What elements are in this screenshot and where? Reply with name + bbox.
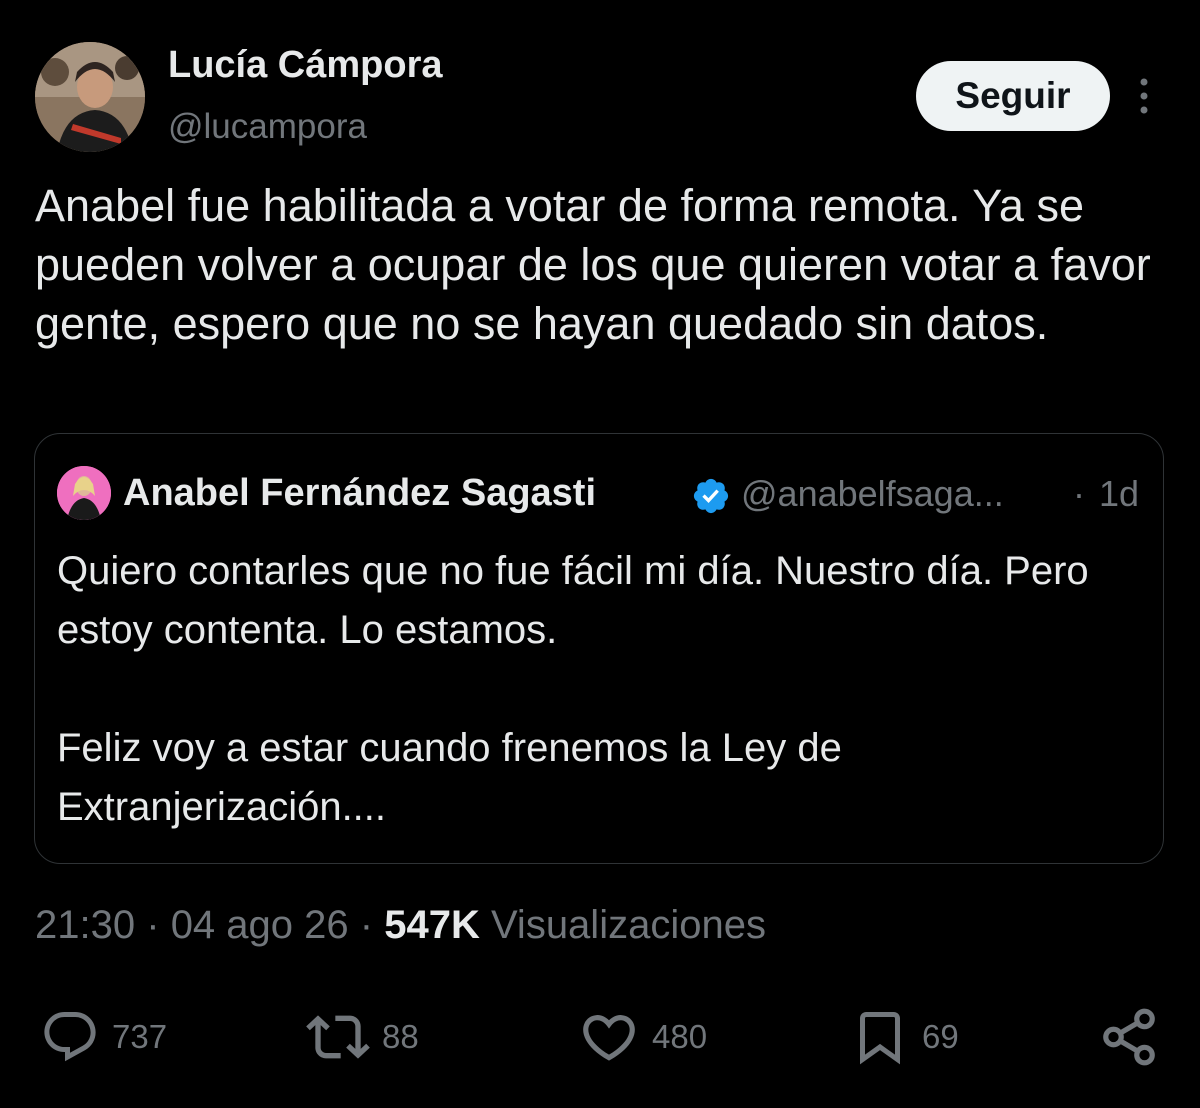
quoted-timestamp: 1d <box>1099 473 1140 514</box>
follow-button[interactable]: Seguir <box>916 61 1110 131</box>
bookmark-button[interactable]: 69 <box>850 1005 959 1069</box>
author-display-name[interactable]: Lucía Cámpora <box>168 44 443 87</box>
avatar-photo <box>35 42 145 152</box>
author-handle[interactable]: @lucampora <box>168 107 367 147</box>
quoted-author-handle: @anabelfsaga... <box>741 473 1004 514</box>
share-icon <box>1103 1008 1155 1066</box>
tweet-time[interactable]: 21:30 <box>35 903 135 947</box>
more-options-button[interactable] <box>1128 74 1160 118</box>
retweet-icon <box>306 1015 370 1059</box>
quoted-author-name: Anabel Fernández Sagasti <box>123 472 597 514</box>
bookmark-count: 69 <box>922 1018 959 1055</box>
quoted-avatar-photo <box>57 466 111 520</box>
tweet-meta: 21:30 · 04 ago 26 · 547K Visualizaciones <box>35 903 766 948</box>
tweet-text: Anabel fue habilitada a votar de forma r… <box>35 180 1164 349</box>
like-button[interactable]: 480 <box>578 1005 707 1069</box>
reply-icon <box>44 1012 96 1062</box>
quoted-author-avatar <box>57 466 111 520</box>
quoted-tweet-card[interactable]: Anabel Fernández Sagasti @anabelfsaga...… <box>34 433 1164 864</box>
quoted-tweet-text: Quiero contarles que no fue fácil mi día… <box>57 549 1089 829</box>
share-button[interactable] <box>1098 1005 1160 1069</box>
reply-count: 737 <box>112 1018 168 1055</box>
meta-dot: · <box>359 903 374 947</box>
reply-button[interactable]: 737 <box>40 1005 167 1069</box>
bookmark-icon <box>860 1012 900 1065</box>
tweet-date[interactable]: 04 ago 26 <box>171 903 349 947</box>
meta-dot: · <box>146 903 160 947</box>
views-label: Visualizaciones <box>490 903 766 947</box>
tweet-detail: Lucía Cámpora @lucampora Seguir Anabel f… <box>0 0 1200 1108</box>
author-avatar[interactable] <box>35 42 145 152</box>
like-count: 480 <box>652 1018 708 1055</box>
retweet-count: 88 <box>382 1018 419 1055</box>
more-vertical-icon <box>1140 78 1148 114</box>
views-count[interactable]: 547K <box>384 903 480 947</box>
retweet-button[interactable]: 88 <box>306 1005 419 1069</box>
quoted-separator: · <box>1073 473 1085 514</box>
verified-badge-icon <box>691 476 731 516</box>
heart-icon <box>583 1015 635 1061</box>
